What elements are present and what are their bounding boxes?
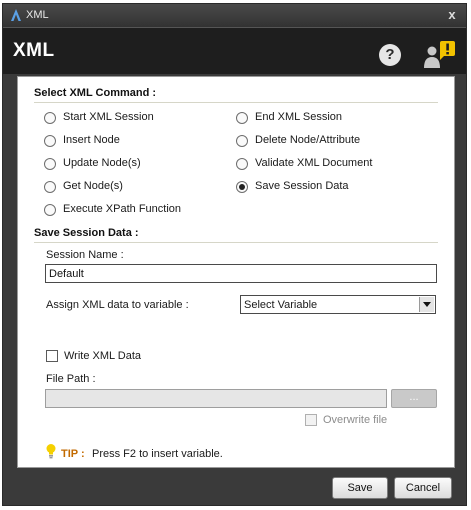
variable-select-value: Select Variable xyxy=(244,299,318,311)
browse-button[interactable]: ... xyxy=(391,389,437,408)
section-divider xyxy=(34,102,438,103)
lightbulb-icon xyxy=(46,444,56,459)
radio-label: Validate XML Document xyxy=(255,157,373,169)
radio-dot xyxy=(236,112,248,124)
select-command-label: Select XML Command : xyxy=(34,87,157,99)
radio-dot xyxy=(44,181,56,193)
file-path-input[interactable] xyxy=(45,389,387,408)
radio-dot xyxy=(44,112,56,124)
app-logo-icon xyxy=(11,9,21,21)
session-name-input[interactable] xyxy=(45,264,437,283)
save-session-label: Save Session Data : xyxy=(34,227,139,239)
variable-select[interactable]: Select Variable xyxy=(240,295,436,314)
file-path-label: File Path : xyxy=(46,373,96,385)
dialog-header: XML ? xyxy=(3,27,466,74)
radio-dot xyxy=(44,135,56,147)
close-button[interactable]: x xyxy=(444,7,460,23)
radio-label: Execute XPath Function xyxy=(63,203,182,215)
radio-label: Save Session Data xyxy=(255,180,349,192)
title-bar[interactable]: XML x xyxy=(3,4,466,27)
command-panel: Select XML Command : Start XML Session E… xyxy=(17,76,455,468)
xml-dialog-window: XML x XML ? Select XML Command : Start X… xyxy=(2,3,467,506)
section-divider xyxy=(34,242,438,243)
radio-dot xyxy=(236,181,248,193)
overwrite-file-checkbox[interactable] xyxy=(305,414,317,426)
help-icon[interactable]: ? xyxy=(379,44,401,66)
radio-label: Insert Node xyxy=(63,134,120,146)
tip-text: Press F2 to insert variable. xyxy=(92,448,223,460)
session-name-label: Session Name : xyxy=(46,249,124,261)
radio-dot xyxy=(236,158,248,170)
window-title: XML xyxy=(26,9,49,21)
overwrite-file-label: Overwrite file xyxy=(323,414,388,426)
radio-label: Get Node(s) xyxy=(63,180,123,192)
radio-dot xyxy=(236,135,248,147)
radio-label: Start XML Session xyxy=(63,111,154,123)
page-title: XML xyxy=(13,40,55,61)
user-alert-icon[interactable] xyxy=(421,40,457,70)
write-xml-checkbox[interactable] xyxy=(46,350,58,362)
write-xml-label: Write XML Data xyxy=(64,350,142,362)
radio-dot xyxy=(44,204,56,216)
chevron-down-icon[interactable] xyxy=(419,297,434,312)
radio-label: End XML Session xyxy=(255,111,343,123)
save-button[interactable]: Save xyxy=(332,477,388,499)
radio-label: Update Node(s) xyxy=(63,157,141,169)
assign-variable-label: Assign XML data to variable : xyxy=(46,299,189,311)
radio-dot xyxy=(44,158,56,170)
radio-label: Delete Node/Attribute xyxy=(255,134,361,146)
tip-label: TIP : xyxy=(61,448,85,460)
cancel-button[interactable]: Cancel xyxy=(394,477,452,499)
